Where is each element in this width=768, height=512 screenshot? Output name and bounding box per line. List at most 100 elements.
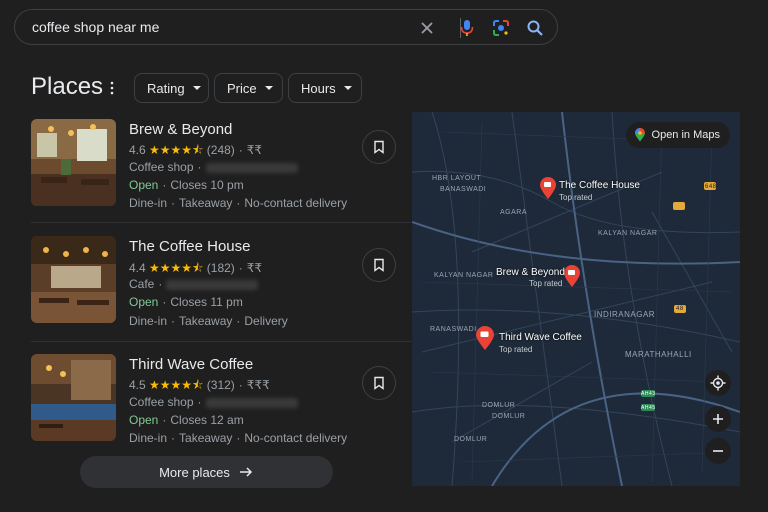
place-item-third-wave[interactable]: Third Wave Coffee 4.5 ★★★★⯪ (312) · ₹₹₹ Co… bbox=[0, 346, 410, 464]
place-rating-line: 4.5 ★★★★⯪ (312) · ₹₹₹ bbox=[129, 378, 270, 392]
list-divider bbox=[31, 222, 411, 223]
star-rating-icon: ★★★★⯪ bbox=[149, 261, 204, 275]
microphone-icon[interactable] bbox=[457, 18, 477, 38]
save-button[interactable] bbox=[362, 130, 396, 164]
place-photo bbox=[31, 354, 116, 441]
filter-hours[interactable]: Hours bbox=[288, 73, 362, 103]
more-places-label: More places bbox=[159, 464, 230, 480]
map-panel[interactable]: HBR LAYOUT BANASWADI AGARA KALYAN NAGAR … bbox=[412, 112, 740, 486]
my-location-button[interactable] bbox=[705, 370, 731, 396]
zoom-out-button[interactable] bbox=[705, 438, 731, 464]
service-label: Takeaway bbox=[179, 431, 233, 445]
zoom-in-button[interactable] bbox=[705, 406, 731, 432]
coffee-pin-icon[interactable] bbox=[475, 325, 495, 351]
rating-value: 4.6 bbox=[129, 143, 146, 157]
pin-label[interactable]: Brew & Beyond bbox=[496, 267, 565, 278]
coffee-pin-icon[interactable] bbox=[563, 264, 581, 288]
map-label: DOMLUR bbox=[482, 402, 516, 409]
place-category-line: Coffee shop · bbox=[129, 160, 298, 174]
review-count: (182) bbox=[206, 261, 235, 275]
redacted-address bbox=[205, 397, 298, 408]
price-level: ₹₹ bbox=[246, 261, 263, 275]
rating-value: 4.5 bbox=[129, 378, 146, 392]
chevron-down-icon bbox=[192, 86, 201, 90]
clear-icon[interactable] bbox=[417, 18, 437, 38]
map-label: BANASWADI bbox=[440, 186, 487, 193]
place-name[interactable]: The Coffee House bbox=[129, 238, 250, 255]
bookmark-icon bbox=[374, 258, 384, 272]
redacted-address bbox=[166, 279, 259, 290]
closing-time: Closes 11 pm bbox=[170, 295, 243, 309]
pin-label[interactable]: Third Wave Coffee bbox=[499, 332, 582, 343]
map-label: DOMLUR bbox=[492, 413, 526, 420]
place-services-line: Dine-in · Takeaway · Delivery bbox=[129, 314, 288, 328]
place-hours-line: Open · Closes 11 pm bbox=[129, 295, 243, 309]
service-label: No-contact delivery bbox=[244, 431, 348, 445]
price-level: ₹₹ bbox=[246, 143, 263, 157]
map-label: RANASWADI bbox=[430, 326, 477, 333]
rating-value: 4.4 bbox=[129, 261, 146, 275]
closing-time: Closes 10 pm bbox=[170, 178, 244, 192]
place-rating-line: 4.6 ★★★★⯪ (248) · ₹₹ bbox=[129, 143, 263, 157]
list-divider bbox=[31, 341, 411, 342]
filter-label: Price bbox=[227, 80, 257, 96]
star-rating-icon: ★★★★⯪ bbox=[149, 378, 204, 392]
closing-time: Closes 12 am bbox=[170, 413, 244, 427]
road-number: 648 bbox=[705, 184, 717, 190]
filter-rating[interactable]: Rating bbox=[134, 73, 209, 103]
road-number: AH45 bbox=[641, 405, 656, 411]
road-number: 48 bbox=[676, 306, 684, 312]
place-item-brew-beyond[interactable]: Brew & Beyond 4.6 ★★★★⯪ (248) · ₹₹ Coffee … bbox=[0, 110, 410, 228]
filter-price[interactable]: Price bbox=[214, 73, 283, 103]
place-services-line: Dine-in · Takeaway · No-contact delivery bbox=[129, 431, 348, 445]
maps-pin-icon bbox=[634, 128, 645, 142]
place-category-line: Coffee shop · bbox=[129, 395, 298, 409]
map-label: KALYAN NAGAR bbox=[598, 230, 658, 237]
search-icon[interactable] bbox=[525, 18, 545, 38]
open-in-maps-button[interactable]: Open in Maps bbox=[625, 122, 730, 148]
place-name[interactable]: Third Wave Coffee bbox=[129, 356, 253, 373]
place-name[interactable]: Brew & Beyond bbox=[129, 121, 232, 138]
save-button[interactable] bbox=[362, 248, 396, 282]
service-label: Delivery bbox=[244, 314, 288, 328]
pin-label[interactable]: The Coffee House bbox=[559, 180, 640, 191]
place-hours-line: Open · Closes 10 pm bbox=[129, 178, 244, 192]
map-label: KALYAN NAGAR bbox=[434, 272, 494, 279]
service-label: Dine-in bbox=[129, 314, 168, 328]
lens-icon[interactable] bbox=[491, 18, 511, 38]
more-options-icon[interactable] bbox=[107, 80, 117, 96]
review-count: (248) bbox=[206, 143, 235, 157]
bookmark-icon bbox=[374, 140, 384, 154]
open-status: Open bbox=[129, 295, 159, 309]
more-places-button[interactable]: More places bbox=[80, 456, 333, 488]
place-hours-line: Open · Closes 12 am bbox=[129, 413, 244, 427]
search-input[interactable]: coffee shop near me bbox=[32, 19, 159, 35]
filter-label: Hours bbox=[301, 80, 336, 96]
arrow-right-icon bbox=[239, 467, 252, 477]
save-button[interactable] bbox=[362, 366, 396, 400]
search-bar[interactable]: coffee shop near me bbox=[14, 9, 558, 45]
pin-sublabel: Top rated bbox=[559, 193, 593, 202]
road-number: AH43 bbox=[641, 391, 656, 397]
place-category: Coffee shop bbox=[129, 395, 194, 409]
chevron-down-icon bbox=[343, 86, 352, 90]
service-label: Takeaway bbox=[179, 196, 233, 210]
bookmark-icon bbox=[374, 376, 384, 390]
service-label: Takeaway bbox=[179, 314, 233, 328]
redacted-address bbox=[205, 162, 298, 173]
filter-label: Rating bbox=[147, 80, 185, 96]
map-label: MARATHAHALLI bbox=[625, 350, 692, 359]
service-label: Dine-in bbox=[129, 431, 168, 445]
place-services-line: Dine-in · Takeaway · No-contact delivery bbox=[129, 196, 348, 210]
chevron-down-icon bbox=[264, 86, 273, 90]
place-item-coffee-house[interactable]: The Coffee House 4.4 ★★★★⯪ (182) · ₹₹ Cafe… bbox=[0, 228, 410, 346]
open-status: Open bbox=[129, 178, 159, 192]
place-category: Coffee shop bbox=[129, 160, 194, 174]
open-status: Open bbox=[129, 413, 159, 427]
place-photo bbox=[31, 236, 116, 323]
place-category-line: Cafe · bbox=[129, 277, 259, 291]
coffee-pin-icon[interactable] bbox=[539, 176, 557, 200]
service-label: No-contact delivery bbox=[244, 196, 348, 210]
map-label: INDIRANAGAR bbox=[594, 310, 656, 319]
minus-icon bbox=[713, 450, 723, 452]
